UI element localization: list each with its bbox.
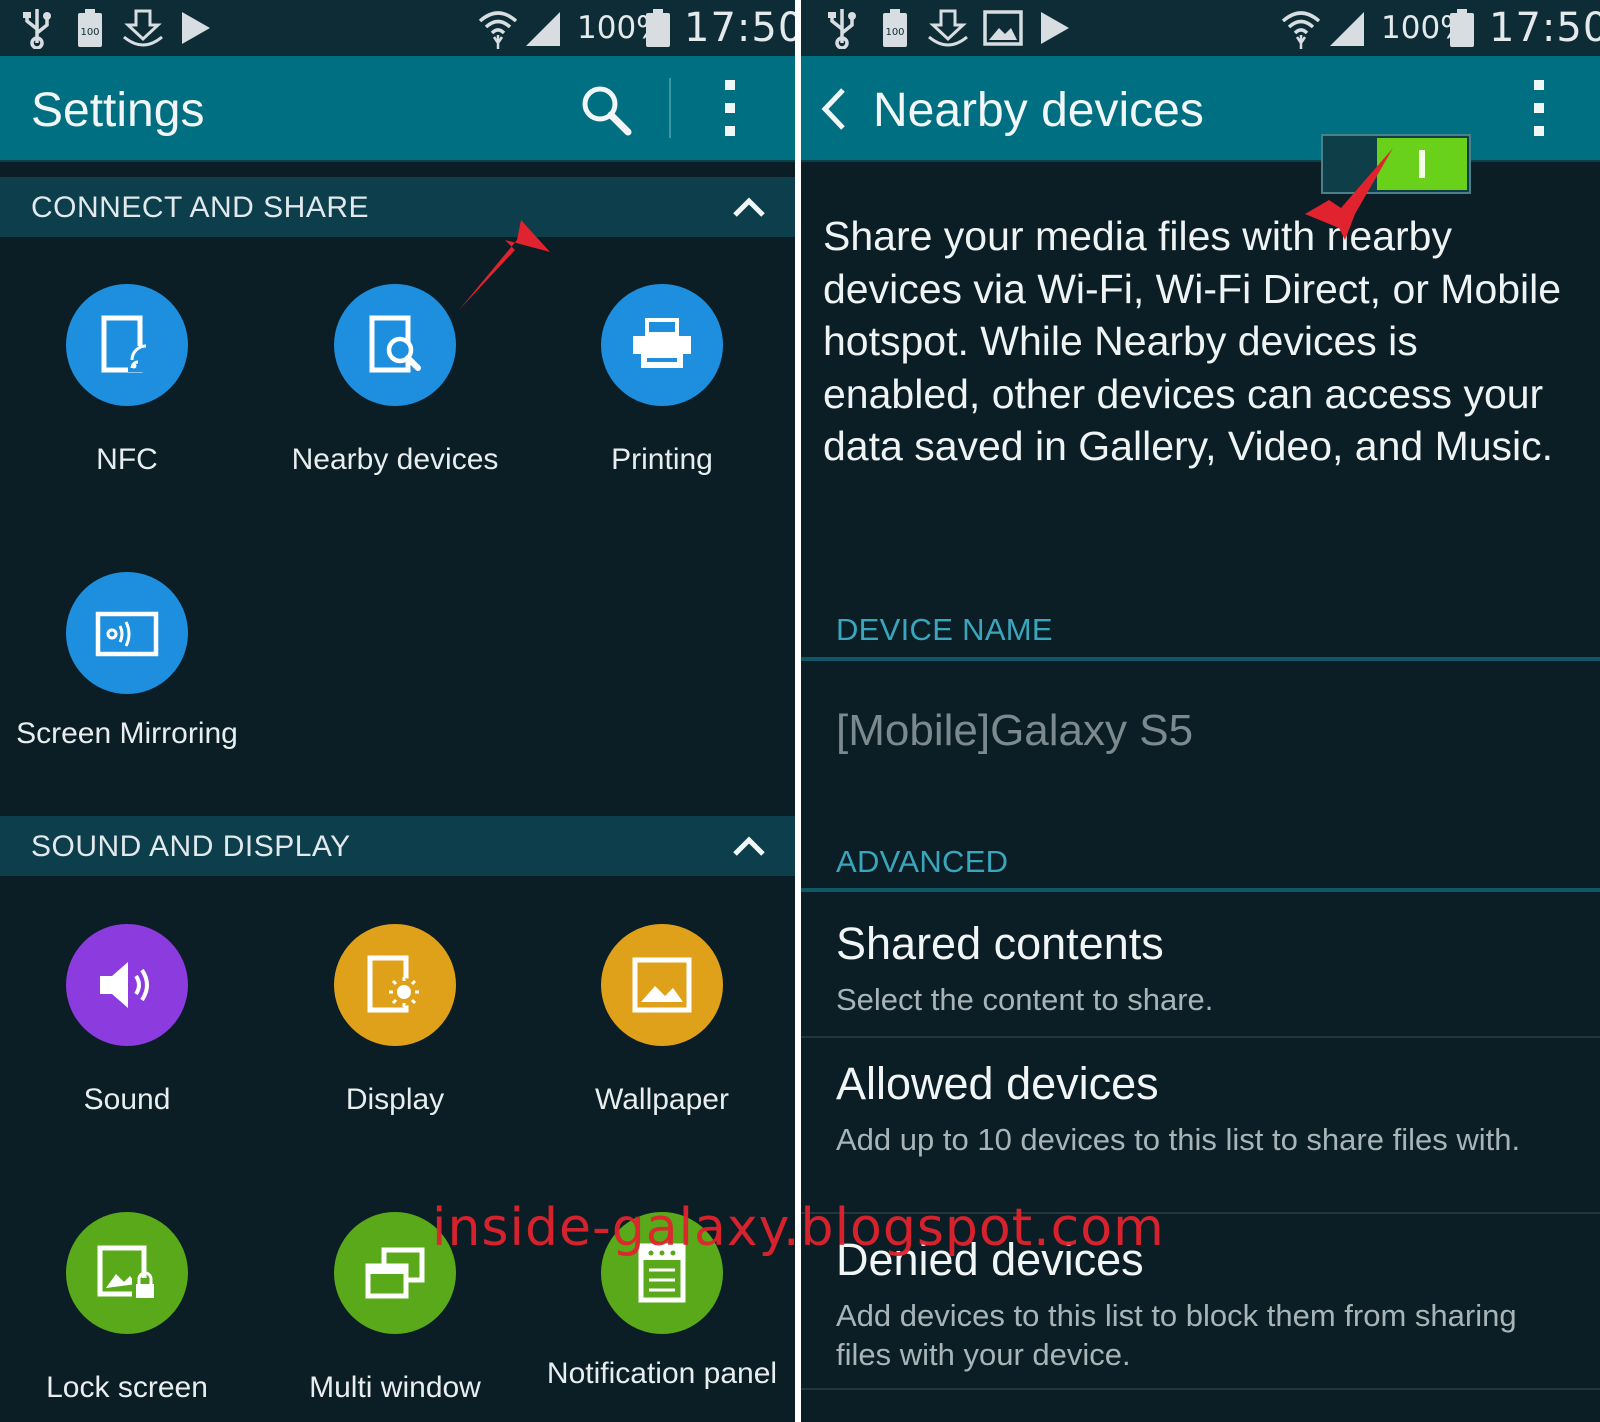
settings-item-wallpaper[interactable]: Wallpaper [529,924,795,1117]
description-text: Share your media files with nearby devic… [823,213,1562,469]
settings-item-printing[interactable]: Printing [529,284,795,477]
chevron-up-icon[interactable] [731,832,767,860]
settings-item-lock-screen[interactable]: Lock screen [0,1212,260,1405]
settings-item-label: Nearby devices [291,443,499,476]
section-header-sound-and-display[interactable]: SOUND AND DISPLAY [0,816,795,876]
wifi-icon [478,0,518,56]
pref-allowed-devices[interactable]: Allowed devices Add up to 10 devices to … [801,1038,1600,1214]
pref-shared-contents[interactable]: Shared contents Select the content to sh… [801,892,1600,1038]
wifi-icon [1281,0,1321,56]
download-icon [122,0,164,56]
gallery-icon [983,0,1023,56]
page-title: Settings [31,84,205,137]
settings-item-label: Screen Mirroring [16,717,238,750]
clock: 17:50 [684,5,795,51]
watermark-text: inside-galaxy.blogspot.com [432,1198,1165,1258]
signal-icon [524,0,562,56]
lock-screen-icon [66,1212,188,1334]
settings-item-label: Notification panel [546,1357,778,1390]
overflow-menu-icon[interactable] [724,80,736,140]
pref-summary: Add up to 10 devices to this list to sha… [836,1122,1521,1157]
svg-text:100: 100 [885,27,904,38]
display-icon [334,924,456,1046]
usb-icon [22,0,52,56]
battery-saver-icon: 100 [881,0,909,56]
annotation-arrow [1305,148,1393,240]
play-store-icon [1039,0,1071,56]
category-header-advanced: ADVANCED [836,844,1009,879]
printer-icon [601,284,723,406]
chevron-up-icon[interactable] [731,193,767,221]
svg-text:100: 100 [80,27,99,38]
battery-icon [1449,0,1475,56]
nearby-devices-icon [334,284,456,406]
speaker-icon [66,924,188,1046]
action-bar: Settings [0,56,795,162]
divider [669,78,671,138]
settings-item-label: NFC [96,443,158,476]
settings-item-label: Sound [83,1083,171,1116]
status-bar: 100 100% 17:50 [801,0,1600,56]
nfc-icon [66,284,188,406]
settings-item-display[interactable]: Display [262,924,528,1117]
settings-item-screen-mirroring[interactable]: Screen Mirroring [0,572,260,751]
settings-item-label: Printing [611,443,713,476]
category-header-device-name: DEVICE NAME [836,612,1053,647]
section-title: SOUND AND DISPLAY [31,830,351,863]
settings-item-label: Display [345,1083,445,1116]
settings-item-label: Lock screen [46,1371,208,1404]
signal-icon [1328,0,1366,56]
settings-item-label: Wallpaper [595,1083,729,1116]
device-name-field[interactable]: [Mobile]Galaxy S5 [836,706,1193,756]
section-header-connect-and-share[interactable]: CONNECT AND SHARE [0,177,795,237]
annotation-arrow [459,220,550,310]
pref-summary: Select the content to share. [836,982,1214,1017]
section-title: CONNECT AND SHARE [31,191,370,224]
page-title: Nearby devices [873,84,1204,137]
settings-item-sound[interactable]: Sound [0,924,260,1117]
play-store-icon [180,0,212,56]
search-icon[interactable] [580,84,632,140]
pref-title: Shared contents [836,918,1164,969]
pref-title: Allowed devices [836,1058,1159,1109]
download-icon [927,0,969,56]
clock: 17:50 [1489,5,1600,51]
action-bar: Nearby devices [801,56,1600,194]
screen-mirroring-icon [66,572,188,694]
back-icon[interactable] [819,86,849,136]
battery-saver-icon: 100 [76,0,104,56]
usb-icon [827,0,857,56]
pref-summary: Add devices to this list to block them f… [836,1298,1517,1372]
wallpaper-icon [601,924,723,1046]
battery-icon [645,0,671,56]
settings-item-nfc[interactable]: NFC [0,284,260,477]
settings-item-label: Multi window [309,1371,481,1404]
overflow-menu-icon[interactable] [1533,80,1545,140]
status-bar: 100 100% 17:50 [0,0,795,56]
